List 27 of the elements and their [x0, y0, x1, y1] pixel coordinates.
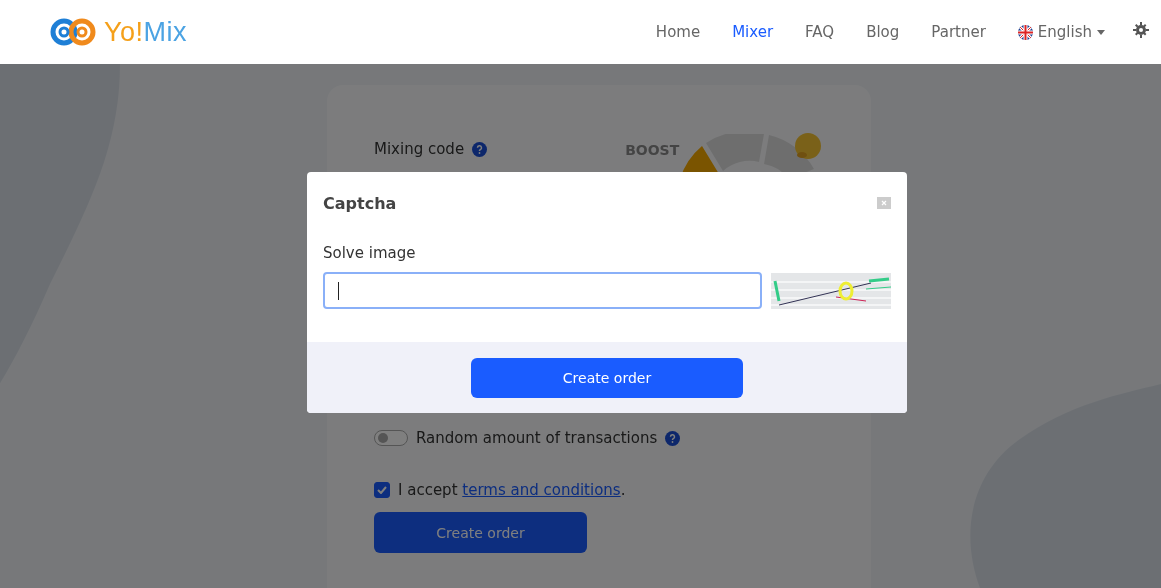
field-label: Mixing code: [374, 140, 465, 158]
emoji-icon: [794, 132, 823, 160]
caret-icon[interactable]: [1097, 29, 1105, 35]
toggle-label: Random amount of transactions: [416, 429, 658, 447]
terms-link[interactable]: terms and conditions: [462, 481, 621, 499]
nav-link[interactable]: Home: [655, 23, 701, 41]
dialog-title: Captcha: [323, 193, 397, 213]
language-selector[interactable]: English: [1037, 23, 1092, 41]
nav-link[interactable]: Blog: [866, 23, 900, 41]
captcha-input-field[interactable]: [323, 272, 762, 309]
help-icon[interactable]: [472, 141, 488, 157]
logo-icon: [48, 17, 98, 47]
logo-text: Yo!Mix: [104, 16, 188, 48]
flag-icon: [1017, 24, 1033, 40]
field-label: Solve image: [323, 244, 417, 262]
check-icon: [377, 486, 387, 494]
nav-link[interactable]: Partner: [931, 23, 986, 41]
create-order-button[interactable]: Create order: [374, 512, 587, 553]
nav-link[interactable]: FAQ: [805, 23, 835, 41]
nav-link[interactable]: Mixer: [732, 23, 774, 41]
settings-icon[interactable]: [1133, 22, 1149, 38]
toggle-switch[interactable]: [374, 430, 408, 446]
checkbox[interactable]: [374, 482, 390, 498]
boost-label: BOOST: [625, 142, 680, 158]
create-order-button[interactable]: Create order: [471, 357, 743, 398]
accept-text: I accept terms and conditions.: [398, 481, 626, 499]
help-icon[interactable]: [665, 430, 681, 446]
